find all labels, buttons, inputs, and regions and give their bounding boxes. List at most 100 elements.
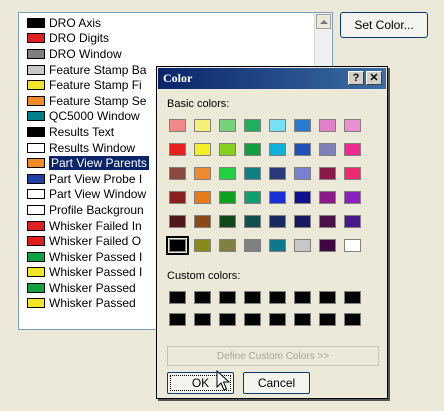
color-swatch [27, 48, 45, 59]
basic-color-cell[interactable] [219, 119, 236, 132]
basic-color-cell[interactable] [319, 191, 336, 204]
basic-color-cell[interactable] [219, 167, 236, 180]
basic-color-cell[interactable] [166, 236, 189, 255]
basic-color-cell[interactable] [269, 167, 286, 180]
color-swatch [27, 220, 45, 231]
basic-color-cell[interactable] [319, 119, 336, 132]
color-swatch [27, 204, 45, 215]
color-swatch [27, 126, 45, 137]
close-button[interactable]: ✕ [366, 71, 382, 85]
color-swatch [27, 267, 45, 278]
basic-color-cell[interactable] [194, 215, 211, 228]
basic-colors-grid [166, 119, 361, 255]
list-item[interactable]: DRO Digits [21, 31, 314, 47]
list-item-label: DRO Digits [49, 31, 110, 46]
color-swatch [27, 17, 45, 28]
list-item-label: Feature Stamp Fi [49, 78, 142, 93]
basic-color-cell[interactable] [319, 239, 336, 252]
color-swatch [27, 33, 45, 44]
custom-color-cell[interactable] [344, 313, 361, 326]
list-item-label: QC5000 Window [49, 109, 140, 124]
scroll-up-button[interactable] [316, 14, 331, 29]
basic-color-cell[interactable] [319, 215, 336, 228]
basic-color-cell[interactable] [319, 167, 336, 180]
custom-color-cell[interactable] [319, 313, 336, 326]
basic-color-cell[interactable] [294, 215, 311, 228]
basic-color-cell[interactable] [244, 215, 261, 228]
color-swatch [27, 236, 45, 247]
dialog-titlebar[interactable]: Color ? ✕ [158, 68, 386, 89]
custom-color-cell[interactable] [169, 313, 186, 326]
basic-color-cell[interactable] [319, 143, 336, 156]
basic-color-cell[interactable] [344, 215, 361, 228]
list-item-label: DRO Window [49, 46, 122, 61]
basic-color-cell[interactable] [269, 239, 286, 252]
basic-color-cell[interactable] [194, 119, 211, 132]
basic-color-cell[interactable] [344, 191, 361, 204]
list-item-label: Whisker Passed [49, 280, 136, 295]
basic-color-cell[interactable] [269, 119, 286, 132]
basic-color-cell[interactable] [244, 191, 261, 204]
list-item-label: Results Window [49, 140, 136, 155]
set-color-button[interactable]: Set Color... [340, 12, 428, 38]
basic-color-cell[interactable] [244, 119, 261, 132]
basic-color-cell[interactable] [294, 239, 311, 252]
list-item-label: Part View Probe I [49, 171, 143, 186]
basic-color-cell[interactable] [344, 143, 361, 156]
basic-color-cell[interactable] [219, 215, 236, 228]
basic-color-cell[interactable] [194, 239, 211, 252]
color-swatch [27, 80, 45, 91]
color-swatch [27, 64, 45, 75]
basic-color-cell[interactable] [294, 143, 311, 156]
basic-color-cell[interactable] [244, 239, 261, 252]
list-item-label: Whisker Passed I [49, 265, 143, 280]
basic-color-cell[interactable] [169, 191, 186, 204]
custom-color-cell[interactable] [194, 313, 211, 326]
custom-color-cell[interactable] [219, 313, 236, 326]
list-item-label: Part View Window [49, 187, 147, 202]
basic-color-cell[interactable] [344, 167, 361, 180]
basic-color-cell[interactable] [269, 143, 286, 156]
basic-color-cell[interactable] [244, 143, 261, 156]
list-item-label: Feature Stamp Se [49, 93, 147, 108]
cancel-button[interactable]: Cancel [243, 372, 310, 394]
custom-color-cell[interactable] [319, 291, 336, 304]
basic-color-cell[interactable] [344, 119, 361, 132]
basic-color-cell[interactable] [169, 143, 186, 156]
basic-color-cell[interactable] [194, 143, 211, 156]
basic-color-cell[interactable] [219, 191, 236, 204]
list-item[interactable]: DRO Window [21, 46, 314, 62]
custom-color-cell[interactable] [169, 291, 186, 304]
custom-color-cell[interactable] [244, 291, 261, 304]
basic-color-cell[interactable] [344, 239, 361, 252]
basic-color-cell[interactable] [244, 167, 261, 180]
basic-color-cell[interactable] [219, 143, 236, 156]
mouse-pointer-icon [216, 370, 230, 391]
basic-color-cell[interactable] [194, 191, 211, 204]
list-item-label: Feature Stamp Ba [49, 62, 147, 77]
custom-color-cell[interactable] [219, 291, 236, 304]
custom-color-cell[interactable] [269, 313, 286, 326]
color-swatch [27, 282, 45, 293]
basic-color-cell[interactable] [194, 167, 211, 180]
define-custom-colors-button[interactable]: Define Custom Colors >> [167, 346, 379, 366]
help-button[interactable]: ? [348, 71, 364, 85]
custom-colors-label: Custom colors: [167, 270, 241, 282]
custom-color-cell[interactable] [294, 313, 311, 326]
basic-color-cell[interactable] [169, 167, 186, 180]
custom-color-cell[interactable] [344, 291, 361, 304]
basic-color-cell[interactable] [294, 167, 311, 180]
custom-color-cell[interactable] [194, 291, 211, 304]
basic-color-cell[interactable] [294, 119, 311, 132]
basic-color-cell[interactable] [219, 239, 236, 252]
basic-color-cell[interactable] [269, 215, 286, 228]
custom-color-cell[interactable] [269, 291, 286, 304]
basic-color-cell[interactable] [294, 191, 311, 204]
list-item[interactable]: DRO Axis [21, 15, 314, 31]
custom-color-cell[interactable] [244, 313, 261, 326]
color-swatch [27, 189, 45, 200]
custom-color-cell[interactable] [294, 291, 311, 304]
basic-color-cell[interactable] [169, 119, 186, 132]
basic-color-cell[interactable] [169, 215, 186, 228]
basic-color-cell[interactable] [269, 191, 286, 204]
